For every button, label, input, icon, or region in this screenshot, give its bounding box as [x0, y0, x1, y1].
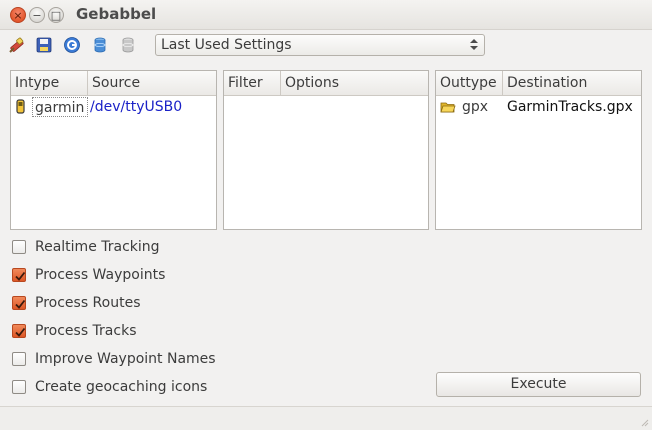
execute-button[interactable]: Execute — [436, 372, 641, 397]
edit-preset-icon[interactable] — [90, 35, 110, 55]
filter-list[interactable]: Filter Options — [223, 70, 429, 230]
checkbox-label: Create geocaching icons — [35, 379, 208, 395]
help-icon[interactable] — [62, 35, 82, 55]
preset-select-value: Last Used Settings — [161, 37, 292, 53]
process-tracks-checkbox[interactable]: Process Tracks — [12, 321, 137, 341]
gps-device-icon — [16, 99, 26, 115]
filter-list-header: Filter Options — [224, 71, 428, 96]
checkmark-icon[interactable] — [12, 268, 26, 282]
output-row[interactable]: gpx GarminTracks.gpx — [436, 97, 641, 117]
process-waypoints-checkbox[interactable]: Process Waypoints — [12, 265, 165, 285]
column-header-destination[interactable]: Destination — [503, 71, 641, 96]
input-source-cell: /dev/ttyUSB0 — [90, 99, 183, 115]
input-list-header: Intype Source — [11, 71, 216, 96]
output-list-header: Outtype Destination — [436, 71, 641, 96]
title-bar: × − □ Gebabbel — [0, 0, 652, 30]
status-bar — [0, 406, 652, 430]
checkbox-unchecked-icon[interactable] — [12, 380, 26, 394]
minimize-icon: − — [32, 8, 42, 22]
column-header-filter[interactable]: Filter — [224, 71, 281, 96]
checkmark-icon[interactable] — [12, 324, 26, 338]
column-header-source[interactable]: Source — [88, 71, 216, 96]
input-row[interactable]: garmin /dev/ttyUSB0 — [11, 97, 216, 117]
close-icon: × — [13, 8, 23, 22]
output-destination-cell: GarminTracks.gpx — [507, 99, 633, 115]
output-list[interactable]: Outtype Destination gpx GarminTracks.gpx — [435, 70, 642, 230]
checkbox-unchecked-icon[interactable] — [12, 240, 26, 254]
checkmark-icon[interactable] — [12, 296, 26, 310]
checkbox-label: Process Waypoints — [35, 267, 166, 283]
input-list[interactable]: Intype Source garmin /dev/ttyUSB0 — [10, 70, 217, 230]
output-type-cell: gpx — [462, 99, 489, 115]
preset-select[interactable]: Last Used Settings — [155, 34, 485, 56]
checkbox-label: Improve Waypoint Names — [35, 351, 216, 367]
checkbox-label: Realtime Tracking — [35, 239, 160, 255]
clear-icon[interactable] — [7, 35, 27, 55]
minimize-button[interactable]: − — [29, 7, 45, 23]
column-header-outtype[interactable]: Outtype — [436, 71, 503, 96]
maximize-icon: □ — [50, 8, 62, 22]
folder-icon — [440, 99, 456, 115]
input-type-cell: garmin — [32, 97, 88, 117]
delete-preset-icon[interactable] — [118, 35, 138, 55]
checkbox-label: Process Tracks — [35, 323, 137, 339]
save-icon[interactable] — [34, 35, 54, 55]
realtime-tracking-checkbox[interactable]: Realtime Tracking — [12, 237, 160, 257]
maximize-button[interactable]: □ — [48, 7, 64, 23]
create-geocaching-icons-checkbox[interactable]: Create geocaching icons — [12, 377, 207, 397]
close-button[interactable]: × — [10, 7, 26, 23]
checkbox-unchecked-icon[interactable] — [12, 352, 26, 366]
process-routes-checkbox[interactable]: Process Routes — [12, 293, 141, 313]
app-window: × − □ Gebabbel Last Used Settings Intype… — [0, 0, 652, 430]
column-header-options[interactable]: Options — [281, 71, 428, 96]
checkbox-label: Process Routes — [35, 295, 141, 311]
chevron-updown-icon — [470, 39, 478, 51]
column-header-intype[interactable]: Intype — [11, 71, 88, 96]
window-title: Gebabbel — [76, 5, 157, 23]
improve-waypoint-names-checkbox[interactable]: Improve Waypoint Names — [12, 349, 216, 369]
resize-grip-icon[interactable] — [639, 417, 649, 427]
